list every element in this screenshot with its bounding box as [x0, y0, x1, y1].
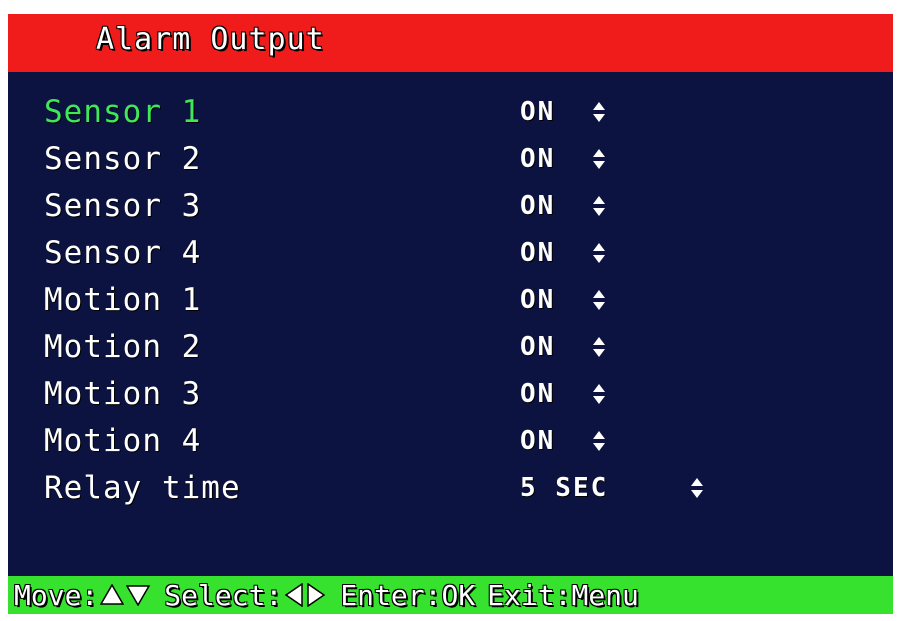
menu-item-value[interactable]: ON — [520, 379, 555, 409]
menu-item-value[interactable]: ON — [520, 426, 555, 456]
page-title: Alarm Output — [96, 22, 325, 57]
menu-item-motion-1[interactable]: Motion 1 ON — [8, 282, 893, 326]
down-arrow-icon — [126, 584, 151, 606]
up-down-arrows-icon[interactable] — [592, 147, 606, 171]
up-down-arrows-icon[interactable] — [592, 100, 606, 124]
up-arrow-icon — [100, 584, 125, 606]
menu-item-label: Sensor 4 — [44, 235, 202, 271]
menu-item-motion-4[interactable]: Motion 4 ON — [8, 423, 893, 467]
menu-item-value[interactable]: ON — [520, 97, 555, 127]
menu-item-sensor-1[interactable]: Sensor 1 ON — [8, 94, 893, 138]
help-bar: Move: Select: Enter:OK Exit:Menu — [8, 576, 893, 614]
title-bar: Alarm Output — [8, 14, 893, 72]
menu-item-label: Sensor 1 — [44, 94, 202, 130]
menu-item-label: Motion 4 — [44, 423, 202, 459]
menu-item-relay-time[interactable]: Relay time 5 SEC — [8, 470, 893, 514]
menu-item-label: Sensor 2 — [44, 141, 202, 177]
menu-item-value[interactable]: ON — [520, 285, 555, 315]
up-down-arrows-icon[interactable] — [690, 476, 704, 500]
osd-screen: Alarm Output Sensor 1 ON Sensor 2 ON Sen… — [8, 14, 893, 614]
up-down-arrows-icon[interactable] — [592, 194, 606, 218]
menu-item-label: Motion 2 — [44, 329, 202, 365]
left-arrow-icon — [284, 583, 304, 607]
menu-item-value[interactable]: 5 SEC — [520, 473, 608, 503]
help-text: Move: Select: Enter:OK Exit:Menu — [14, 578, 639, 612]
menu-item-label: Motion 3 — [44, 376, 202, 412]
menu-item-sensor-3[interactable]: Sensor 3 ON — [8, 188, 893, 232]
menu-item-label: Motion 1 — [44, 282, 202, 318]
exit-hint: Exit:Menu — [487, 578, 639, 612]
up-down-arrows-icon[interactable] — [592, 429, 606, 453]
enter-hint: Enter:OK — [340, 578, 476, 612]
menu-item-sensor-4[interactable]: Sensor 4 ON — [8, 235, 893, 279]
up-down-arrows-icon[interactable] — [592, 382, 606, 406]
menu-item-value[interactable]: ON — [520, 144, 555, 174]
select-hint: Select: — [164, 579, 326, 612]
up-down-arrows-icon[interactable] — [592, 335, 606, 359]
right-arrow-icon — [306, 583, 326, 607]
up-down-arrows-icon[interactable] — [592, 241, 606, 265]
up-down-arrows-icon[interactable] — [592, 288, 606, 312]
menu-item-motion-3[interactable]: Motion 3 ON — [8, 376, 893, 420]
menu-item-label: Sensor 3 — [44, 188, 202, 224]
menu-item-label: Relay time — [44, 470, 241, 506]
select-label: Select: — [164, 578, 283, 612]
menu-item-value[interactable]: ON — [520, 238, 555, 268]
move-hint: Move: — [14, 578, 151, 612]
menu-item-value[interactable]: ON — [520, 332, 555, 362]
menu-item-sensor-2[interactable]: Sensor 2 ON — [8, 141, 893, 185]
move-label: Move: — [14, 578, 99, 612]
menu-item-motion-2[interactable]: Motion 2 ON — [8, 329, 893, 373]
menu-item-value[interactable]: ON — [520, 191, 555, 221]
